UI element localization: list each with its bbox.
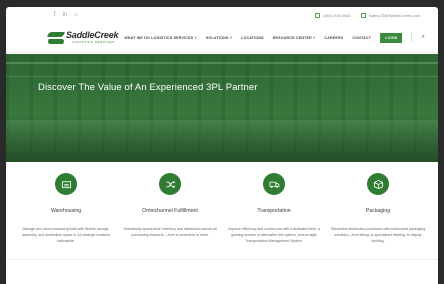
nav-resource-center[interactable]: RESOURCE CENTER ˅ <box>273 36 316 40</box>
search-icon[interactable]: ⌕ <box>421 34 424 41</box>
service-description: Manage and drive business growth with fl… <box>21 227 111 243</box>
facebook-icon[interactable]: f <box>54 12 56 18</box>
service-title: Warehousing <box>50 208 82 214</box>
service-description: Seamlessly synchronize inventory and dis… <box>123 227 217 237</box>
nav-solutions[interactable]: SOLUTIONS ˅ <box>206 36 232 40</box>
home-icon[interactable]: ⌂ <box>74 12 78 18</box>
login-button[interactable]: LOGIN <box>380 32 403 43</box>
logo-brand: SaddleCreek <box>66 30 119 40</box>
service-omnichannel[interactable]: Omnichannel Fulfillment Seamlessly synch… <box>121 173 219 244</box>
email-address: SalesCS@SaddleCreek.com <box>368 12 420 18</box>
nav-careers[interactable]: CAREERS <box>324 36 343 40</box>
hero-banner: Discover The Value of An Experienced 3PL… <box>6 54 438 162</box>
shuffle-icon <box>159 173 181 195</box>
site-logo[interactable]: SaddleCreek LOGISTICS SERVICES <box>48 30 119 45</box>
hero-decoration <box>6 76 438 77</box>
service-description: Streamline distribution processes with c… <box>330 227 426 243</box>
service-transportation[interactable]: Transportation Improve efficiency and co… <box>225 173 323 244</box>
linkedin-icon[interactable]: in <box>63 12 68 18</box>
services-section: Warehousing Manage and drive business gr… <box>6 173 438 244</box>
service-description: Improve efficiency and control cost with… <box>228 227 320 243</box>
service-title: Transportation <box>257 208 291 214</box>
phone-link[interactable]: (800) 918-4545 <box>315 12 351 18</box>
box-icon <box>367 173 389 195</box>
service-packaging[interactable]: Packaging Streamline distribution proces… <box>329 173 427 244</box>
section-divider <box>6 259 438 260</box>
nav-locations[interactable]: LOCATIONS <box>241 36 264 40</box>
main-nav: WHAT WE DO LOGISTICS SERVICES ˅ SOLUTION… <box>124 32 425 43</box>
service-title: Packaging <box>365 208 391 214</box>
nav-divider <box>411 33 413 42</box>
warehouse-icon <box>55 173 77 195</box>
phone-icon <box>315 12 321 18</box>
mail-icon <box>360 12 366 18</box>
hero-title: Discover The Value of An Experienced 3PL… <box>38 82 258 93</box>
contact-info: (800) 918-4545 SalesCS@SaddleCreek.com <box>315 12 420 18</box>
utility-bar: f in ⌂ (800) 918-4545 SalesCS@SaddleCree… <box>6 7 438 23</box>
social-links: f in ⌂ <box>54 12 78 18</box>
nav-what-we-do[interactable]: WHAT WE DO LOGISTICS SERVICES ˅ <box>124 36 196 40</box>
email-link[interactable]: SalesCS@SaddleCreek.com <box>360 12 420 18</box>
browser-frame: f in ⌂ (800) 918-4545 SalesCS@SaddleCree… <box>0 0 444 284</box>
nav-contact[interactable]: CONTACT <box>352 36 371 40</box>
phone-number: (800) 918-4545 <box>323 12 351 18</box>
logo-subtitle: LOGISTICS SERVICES <box>72 40 115 44</box>
site-header: SaddleCreek LOGISTICS SERVICES WHAT WE D… <box>6 23 438 53</box>
service-warehousing[interactable]: Warehousing Manage and drive business gr… <box>17 173 115 244</box>
logo-mark-icon <box>48 31 64 45</box>
hero-decoration <box>6 62 438 64</box>
service-title: Omnichannel Fulfillment <box>142 208 198 214</box>
hero-floor <box>6 120 438 162</box>
truck-icon <box>263 173 285 195</box>
web-page: f in ⌂ (800) 918-4545 SalesCS@SaddleCree… <box>6 7 438 284</box>
